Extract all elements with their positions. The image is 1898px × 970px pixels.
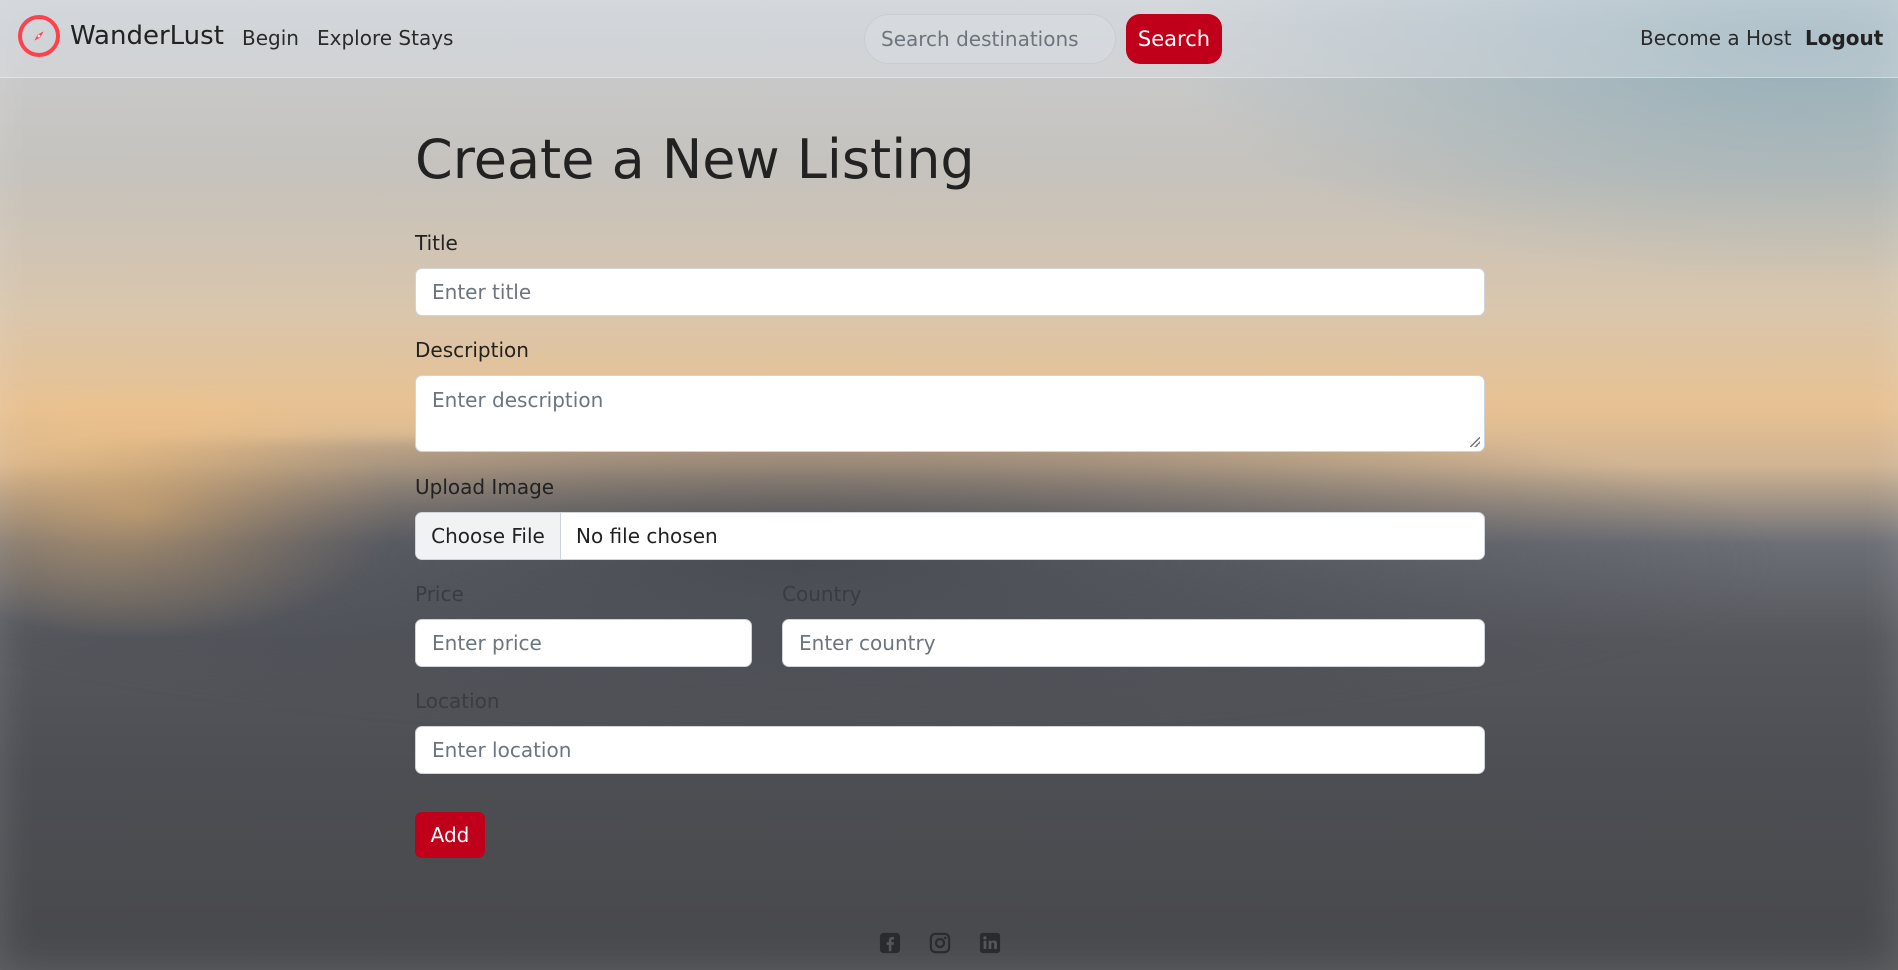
facebook-icon[interactable] [879, 932, 901, 954]
add-button[interactable]: Add [415, 812, 485, 858]
description-placeholder: Enter description [432, 388, 604, 412]
instagram-icon[interactable] [929, 932, 951, 954]
nav-link-begin[interactable]: Begin [242, 26, 299, 50]
page-title: Create a New Listing [415, 128, 975, 191]
country-input[interactable]: Enter country [782, 619, 1485, 667]
brand[interactable]: WanderLust [18, 15, 224, 57]
country-label: Country [782, 582, 862, 606]
file-status: No file chosen [576, 524, 718, 548]
become-host-link[interactable]: Become a Host [1640, 26, 1792, 50]
description-label: Description [415, 338, 529, 362]
logout-link[interactable]: Logout [1805, 26, 1883, 50]
search-button[interactable]: Search [1126, 14, 1222, 64]
choose-file-button[interactable]: Choose File [416, 513, 561, 559]
brand-name: WanderLust [70, 21, 224, 51]
resize-handle[interactable] [1470, 437, 1480, 447]
description-textarea[interactable]: Enter description [415, 375, 1485, 452]
linkedin-icon[interactable] [979, 932, 1001, 954]
image-file-input[interactable]: Choose File No file chosen [415, 512, 1485, 560]
search-input[interactable]: Search destinations [864, 14, 1116, 64]
title-label: Title [415, 231, 458, 255]
compass-icon [18, 15, 60, 57]
price-label: Price [415, 582, 464, 606]
nav-link-explore-stays[interactable]: Explore Stays [317, 26, 453, 50]
navbar: WanderLust Begin Explore Stays Search de… [0, 0, 1898, 78]
location-input[interactable]: Enter location [415, 726, 1485, 774]
location-label: Location [415, 689, 500, 713]
price-input[interactable]: Enter price [415, 619, 752, 667]
compass-needle-icon [34, 31, 44, 41]
title-input[interactable]: Enter title [415, 268, 1485, 316]
image-label: Upload Image [415, 475, 555, 499]
